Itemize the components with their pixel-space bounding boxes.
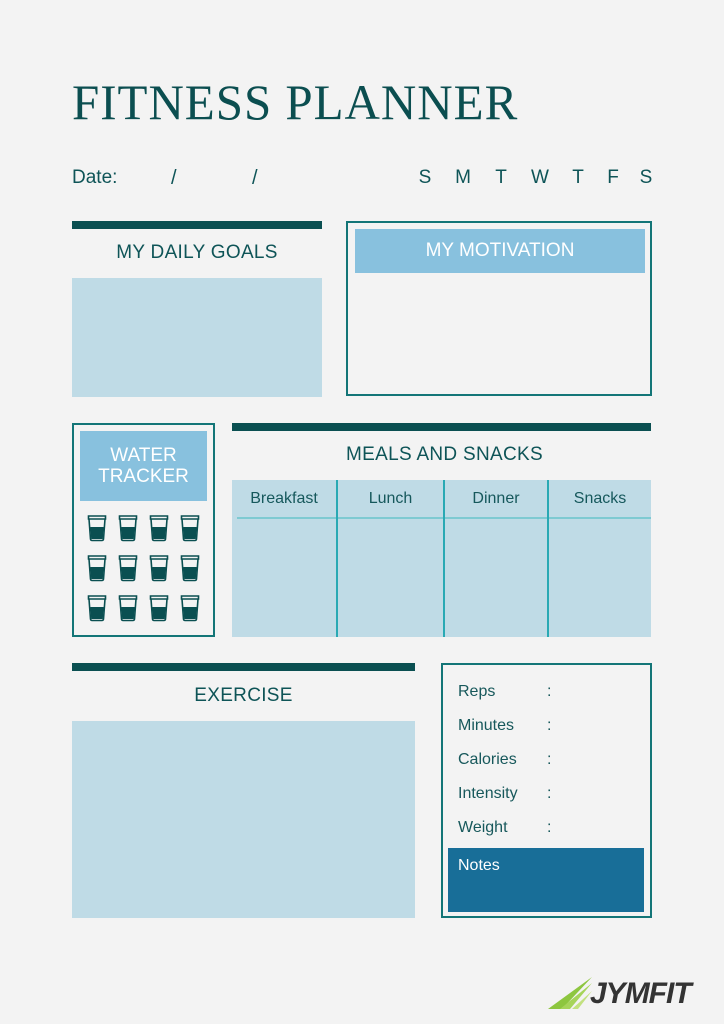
water-glass-icon[interactable] bbox=[87, 514, 107, 542]
daily-goals-bar bbox=[72, 221, 322, 229]
meal-column-header: Breakfast bbox=[250, 490, 318, 507]
water-glass-icon[interactable] bbox=[180, 554, 200, 582]
water-glass-icon[interactable] bbox=[87, 554, 107, 582]
date-separator: / bbox=[252, 167, 258, 189]
stat-label-calories: Calories bbox=[458, 751, 517, 768]
stat-input-weight[interactable] bbox=[556, 817, 644, 839]
meals-table: Breakfast Lunch Dinner Snacks bbox=[232, 480, 651, 637]
brand-logo: JYMFIT bbox=[546, 975, 710, 1015]
exercise-heading: EXERCISE bbox=[194, 685, 293, 706]
stat-separator: : bbox=[547, 751, 552, 768]
exercise-area[interactable] bbox=[72, 721, 415, 918]
motivation-header: MY MOTIVATION bbox=[355, 229, 645, 273]
meals-heading: MEALS AND SNACKS bbox=[346, 444, 543, 465]
water-tracker-title-line1: WATER bbox=[110, 445, 177, 466]
stat-separator: : bbox=[547, 683, 552, 700]
meal-column-header: Dinner bbox=[472, 490, 520, 507]
stat-input-reps[interactable] bbox=[556, 681, 644, 703]
stat-label-reps: Reps bbox=[458, 683, 496, 700]
meal-column-dinner[interactable]: Dinner bbox=[445, 480, 549, 637]
brand-swoosh-icon bbox=[548, 977, 592, 1009]
water-tracker-header: WATER TRACKER bbox=[80, 431, 207, 501]
stat-separator: : bbox=[547, 717, 552, 734]
day-tuesday[interactable]: T bbox=[491, 167, 511, 189]
water-glass-icon[interactable] bbox=[87, 594, 107, 622]
water-glass-icon[interactable] bbox=[118, 514, 138, 542]
stat-input-calories[interactable] bbox=[556, 749, 644, 771]
date-label: Date: bbox=[72, 167, 118, 188]
stat-label-minutes: Minutes bbox=[458, 717, 515, 734]
day-saturday[interactable]: S bbox=[636, 167, 656, 189]
water-glass-icon[interactable] bbox=[180, 594, 200, 622]
day-friday[interactable]: F bbox=[603, 167, 623, 189]
meal-column-header: Snacks bbox=[573, 490, 627, 507]
meal-column-snacks[interactable]: Snacks bbox=[549, 480, 651, 637]
date-month-field[interactable] bbox=[140, 170, 168, 190]
stat-label-intensity: Intensity bbox=[458, 785, 518, 802]
water-glass-icon[interactable] bbox=[149, 514, 169, 542]
brand-name: JYMFIT bbox=[590, 977, 692, 1010]
exercise-bar bbox=[72, 663, 415, 671]
meal-column-breakfast[interactable]: Breakfast bbox=[232, 480, 338, 637]
meal-column-lunch[interactable]: Lunch bbox=[338, 480, 445, 637]
water-glass-icon[interactable] bbox=[118, 594, 138, 622]
water-tracker-title-line2: TRACKER bbox=[98, 466, 189, 487]
page-title: FITNESS PLANNER bbox=[72, 74, 519, 130]
stat-separator: : bbox=[547, 785, 552, 802]
date-year-field[interactable] bbox=[270, 170, 330, 190]
date-separator: / bbox=[171, 167, 177, 189]
water-glass-icon[interactable] bbox=[180, 514, 200, 542]
motivation-box: MY MOTIVATION bbox=[346, 221, 652, 396]
day-sunday[interactable]: S bbox=[415, 167, 435, 189]
water-glass-icon[interactable] bbox=[149, 554, 169, 582]
stat-label-weight: Weight bbox=[458, 819, 508, 836]
day-wednesday[interactable]: W bbox=[530, 167, 550, 189]
stat-input-intensity[interactable] bbox=[556, 783, 644, 805]
water-tracker-box: WATER TRACKER bbox=[72, 423, 215, 637]
day-monday[interactable]: M bbox=[453, 167, 473, 189]
notes-area[interactable]: Notes bbox=[448, 848, 644, 912]
meal-column-header: Lunch bbox=[368, 490, 413, 507]
daily-goals-area[interactable] bbox=[72, 278, 322, 397]
date-day-field[interactable] bbox=[190, 170, 245, 190]
meals-bar bbox=[232, 423, 651, 431]
notes-label: Notes bbox=[458, 857, 500, 874]
stat-separator: : bbox=[547, 819, 552, 836]
water-glass-icon[interactable] bbox=[149, 594, 169, 622]
day-thursday[interactable]: T bbox=[568, 167, 588, 189]
stat-input-minutes[interactable] bbox=[556, 715, 644, 737]
motivation-area[interactable] bbox=[355, 279, 645, 389]
water-glass-icon[interactable] bbox=[118, 554, 138, 582]
daily-goals-heading: MY DAILY GOALS bbox=[116, 242, 278, 263]
